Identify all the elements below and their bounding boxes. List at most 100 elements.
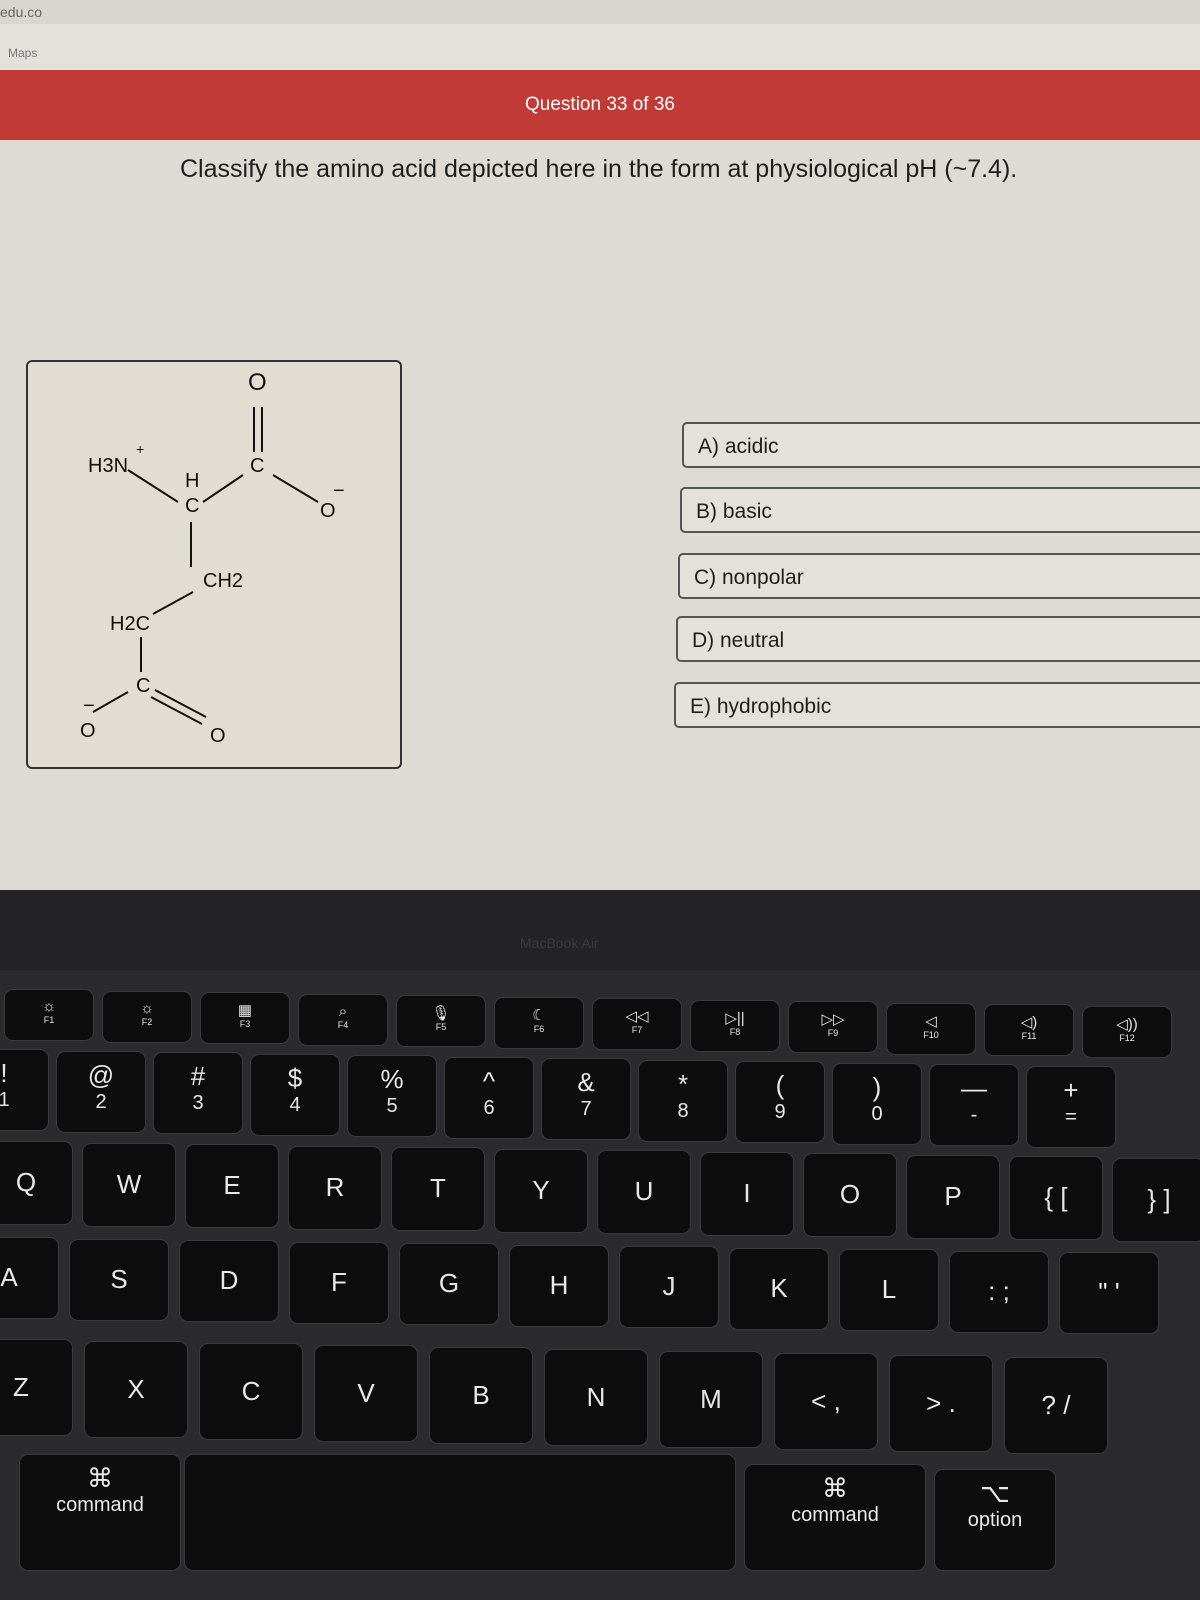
key-label: ◁)) bbox=[1116, 1015, 1138, 1033]
key[interactable]: ⌘ command bbox=[745, 1465, 925, 1570]
key[interactable]: & 7 bbox=[542, 1059, 630, 1139]
key-label: S bbox=[110, 1263, 128, 1294]
key-label: C bbox=[241, 1375, 261, 1406]
key-label: ▷▷ bbox=[821, 1011, 845, 1028]
key-label: ◁) bbox=[1020, 1014, 1038, 1031]
key[interactable]: ◁)) F12 bbox=[1083, 1006, 1171, 1057]
key[interactable]: B bbox=[430, 1348, 532, 1443]
key[interactable]: ◁) F11 bbox=[985, 1005, 1073, 1055]
key-label: - bbox=[970, 1104, 978, 1126]
key[interactable]: Z bbox=[0, 1340, 72, 1435]
key[interactable]: ☾ F6 bbox=[495, 997, 583, 1048]
key[interactable]: X bbox=[85, 1342, 187, 1437]
mol-o-minus: O bbox=[320, 500, 336, 522]
key[interactable]: $4 bbox=[251, 1054, 339, 1135]
key[interactable]: ! 1 bbox=[0, 1050, 48, 1130]
key[interactable]: ☼ F1 bbox=[5, 990, 93, 1040]
key[interactable]: ◁ F10 bbox=[887, 1003, 975, 1054]
key-label: J bbox=[662, 1271, 676, 1301]
key[interactable]: O bbox=[804, 1154, 896, 1236]
key-label: # bbox=[190, 1061, 206, 1091]
key-label: $ bbox=[287, 1062, 303, 1093]
key[interactable]: * 8 bbox=[639, 1060, 727, 1141]
key-label: Q bbox=[15, 1167, 37, 1197]
key-label: 6 bbox=[483, 1096, 495, 1119]
key[interactable]: #3 bbox=[154, 1053, 242, 1133]
key[interactable]: % 5 bbox=[348, 1056, 436, 1136]
key[interactable]: W bbox=[83, 1143, 175, 1226]
key[interactable]: ⌕ F4 bbox=[299, 994, 387, 1045]
key-label: ) bbox=[872, 1071, 882, 1102]
option-a[interactable]: A) acidic bbox=[682, 422, 1200, 468]
key[interactable]: ▷|| F8 bbox=[691, 1000, 779, 1051]
key[interactable]: F bbox=[290, 1242, 388, 1323]
key[interactable]: S bbox=[70, 1239, 168, 1320]
key[interactable]: ▦ F3 bbox=[201, 993, 289, 1043]
key[interactable]: E bbox=[186, 1145, 278, 1227]
key[interactable]: N bbox=[545, 1350, 647, 1445]
key-label: ▷|| bbox=[725, 1009, 745, 1027]
key-label: ☼ bbox=[140, 999, 154, 1017]
question-banner: Question 33 of 36 bbox=[0, 70, 1200, 140]
key[interactable] bbox=[185, 1455, 735, 1570]
key[interactable]: T bbox=[392, 1148, 484, 1230]
molecule-structure: H3N + H C C O O − CH2 H2C C O − O bbox=[26, 360, 402, 769]
key[interactable]: J bbox=[620, 1247, 718, 1327]
key[interactable]: P bbox=[907, 1155, 999, 1238]
key[interactable]: D bbox=[180, 1241, 278, 1321]
key[interactable]: + = bbox=[1027, 1066, 1115, 1147]
key[interactable]: ☼ F2 bbox=[103, 991, 191, 1042]
bookmark-maps[interactable]: Maps bbox=[8, 46, 37, 60]
key[interactable]: : ; bbox=[950, 1251, 1048, 1332]
key-label: " ' bbox=[1098, 1277, 1120, 1307]
option-d[interactable]: D) neutral bbox=[676, 616, 1200, 662]
option-e[interactable]: E) hydrophobic bbox=[674, 682, 1200, 728]
key-label: command bbox=[56, 1494, 144, 1516]
key[interactable]: R bbox=[289, 1146, 381, 1229]
key[interactable]: @2 bbox=[57, 1051, 145, 1132]
key[interactable]: K bbox=[730, 1248, 828, 1329]
key[interactable]: ^ 6 bbox=[445, 1057, 533, 1138]
key[interactable]: ) 0 bbox=[833, 1063, 921, 1144]
key[interactable]: A bbox=[0, 1238, 58, 1318]
key[interactable]: ⌘ command bbox=[20, 1455, 180, 1570]
key[interactable]: H bbox=[510, 1245, 608, 1326]
key[interactable]: — - bbox=[930, 1065, 1018, 1145]
key[interactable]: ▷▷ F9 bbox=[789, 1002, 877, 1052]
key[interactable]: L bbox=[840, 1250, 938, 1330]
key[interactable]: Y bbox=[495, 1149, 587, 1232]
key-label: F9 bbox=[827, 1028, 839, 1038]
key[interactable]: C bbox=[200, 1344, 302, 1439]
key[interactable]: 🎙 F5 bbox=[397, 996, 485, 1046]
key[interactable]: (9 bbox=[736, 1062, 824, 1142]
key-label: F3 bbox=[239, 1019, 251, 1029]
key[interactable]: M bbox=[660, 1352, 762, 1447]
key[interactable]: I bbox=[701, 1152, 793, 1235]
option-b[interactable]: B) basic bbox=[680, 487, 1200, 533]
key-label: command bbox=[791, 1504, 879, 1526]
mol-h2c: H2C bbox=[110, 613, 150, 635]
key[interactable]: ⌥ option bbox=[935, 1470, 1055, 1570]
key[interactable]: V bbox=[315, 1346, 417, 1441]
key[interactable]: < , bbox=[775, 1354, 877, 1449]
key-label: ⌕ bbox=[338, 1002, 348, 1020]
key-label: ◁◁ bbox=[625, 1008, 649, 1025]
option-c[interactable]: C) nonpolar bbox=[678, 553, 1200, 599]
key[interactable]: Q bbox=[0, 1142, 72, 1224]
key-label: 4 bbox=[289, 1093, 301, 1116]
key[interactable]: } ] bbox=[1113, 1158, 1200, 1241]
key-label: 2 bbox=[95, 1090, 107, 1113]
key[interactable]: " ' bbox=[1060, 1253, 1158, 1333]
question-text: Classify the amino acid depicted here in… bbox=[180, 155, 1018, 183]
key[interactable]: ? / bbox=[1005, 1358, 1107, 1453]
key[interactable]: ◁◁ F7 bbox=[593, 999, 681, 1049]
key-label: M bbox=[700, 1383, 722, 1414]
key[interactable]: { [ bbox=[1010, 1157, 1102, 1239]
key[interactable]: > . bbox=[890, 1356, 992, 1451]
key[interactable]: G bbox=[400, 1244, 498, 1324]
key-label: G bbox=[438, 1268, 460, 1298]
key-label: < , bbox=[811, 1385, 841, 1416]
url-bar[interactable]: edu.co bbox=[0, 0, 1200, 24]
key-label: 7 bbox=[580, 1098, 592, 1120]
key[interactable]: U bbox=[598, 1151, 690, 1233]
